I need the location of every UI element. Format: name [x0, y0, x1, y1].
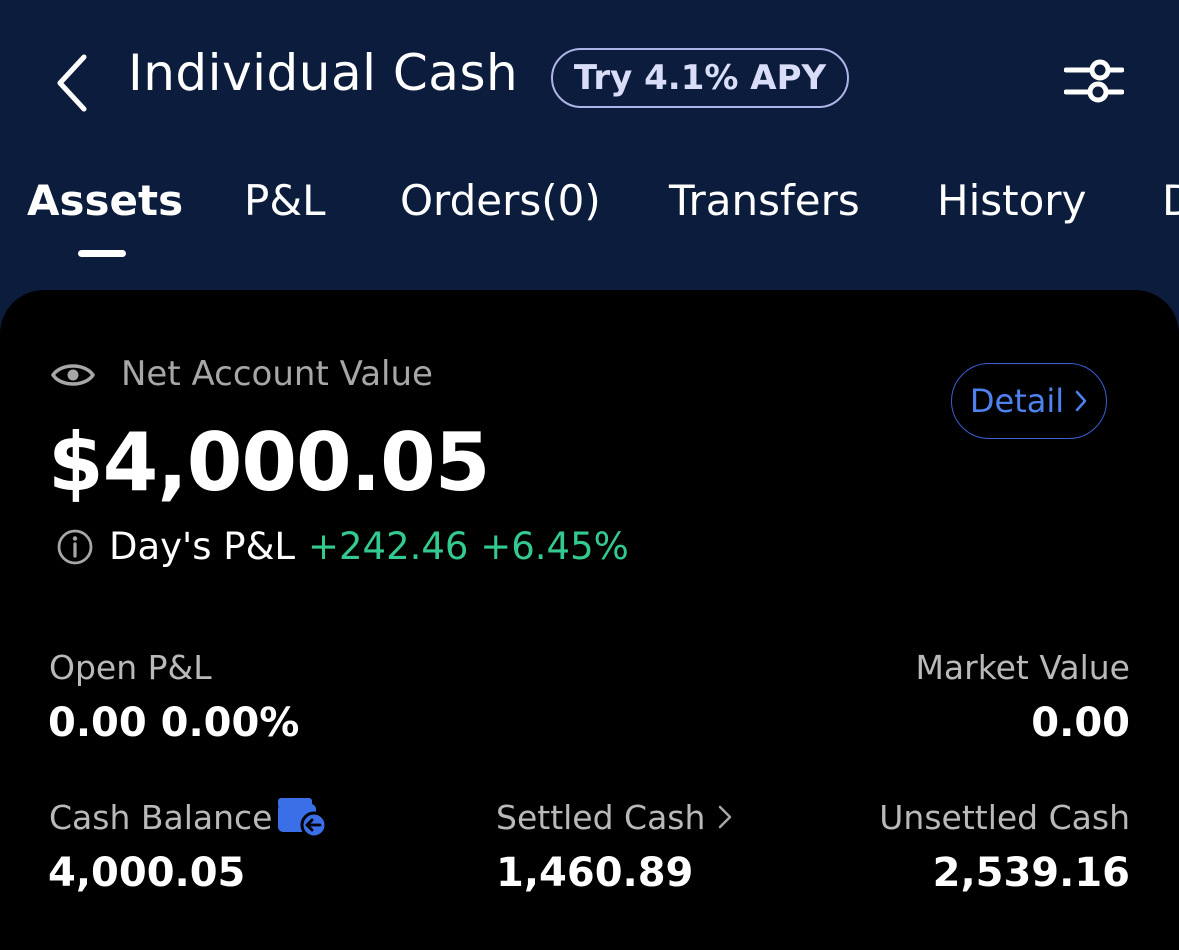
chevron-right-icon	[1075, 390, 1087, 412]
eye-icon[interactable]	[50, 358, 96, 392]
net-account-value-label: Net Account Value	[121, 354, 433, 394]
settled-cash-value: 1,460.89	[496, 850, 694, 896]
filter-settings-button[interactable]	[1060, 52, 1128, 110]
page-title: Individual Cash	[128, 44, 519, 102]
chevron-left-icon	[57, 54, 87, 112]
open-pl-label: Open P&L	[49, 648, 212, 687]
tab-assets[interactable]: Assets	[27, 176, 183, 225]
tab-transfers[interactable]: Transfers	[669, 176, 860, 225]
back-button[interactable]	[42, 48, 102, 118]
tab-partial[interactable]: D	[1162, 176, 1179, 225]
tab-orders[interactable]: Orders(0)	[400, 176, 601, 225]
days-pl-label: Day's P&L	[109, 525, 296, 568]
market-value-value: 0.00	[1031, 700, 1130, 746]
cash-balance-value: 4,000.05	[48, 850, 246, 896]
unsettled-cash-value: 2,539.16	[932, 850, 1130, 896]
info-icon[interactable]	[56, 528, 94, 566]
cash-balance-label: Cash Balance	[49, 798, 273, 837]
open-pl-value: 0.00 0.00%	[48, 700, 300, 746]
net-account-value: $4,000.05	[48, 416, 490, 509]
days-pl-value: +242.46 +6.45%	[308, 525, 629, 568]
tab-bar: Assets P&L Orders(0) Transfers History D	[0, 176, 1179, 256]
unsettled-cash-label: Unsettled Cash	[879, 798, 1130, 837]
sliders-icon	[1064, 59, 1124, 103]
wallet-icon[interactable]	[276, 796, 328, 840]
detail-button[interactable]: Detail	[951, 363, 1107, 439]
chevron-right-icon[interactable]	[716, 803, 734, 831]
market-value-label: Market Value	[915, 648, 1130, 687]
tab-history[interactable]: History	[937, 176, 1086, 225]
tab-pl[interactable]: P&L	[244, 176, 325, 225]
header-bar: Individual Cash Try 4.1% APY	[0, 0, 1179, 160]
apy-promo-button[interactable]: Try 4.1% APY	[551, 48, 849, 108]
detail-label: Detail	[969, 382, 1065, 420]
active-tab-indicator	[78, 250, 126, 257]
settled-cash-label[interactable]: Settled Cash	[496, 798, 705, 837]
